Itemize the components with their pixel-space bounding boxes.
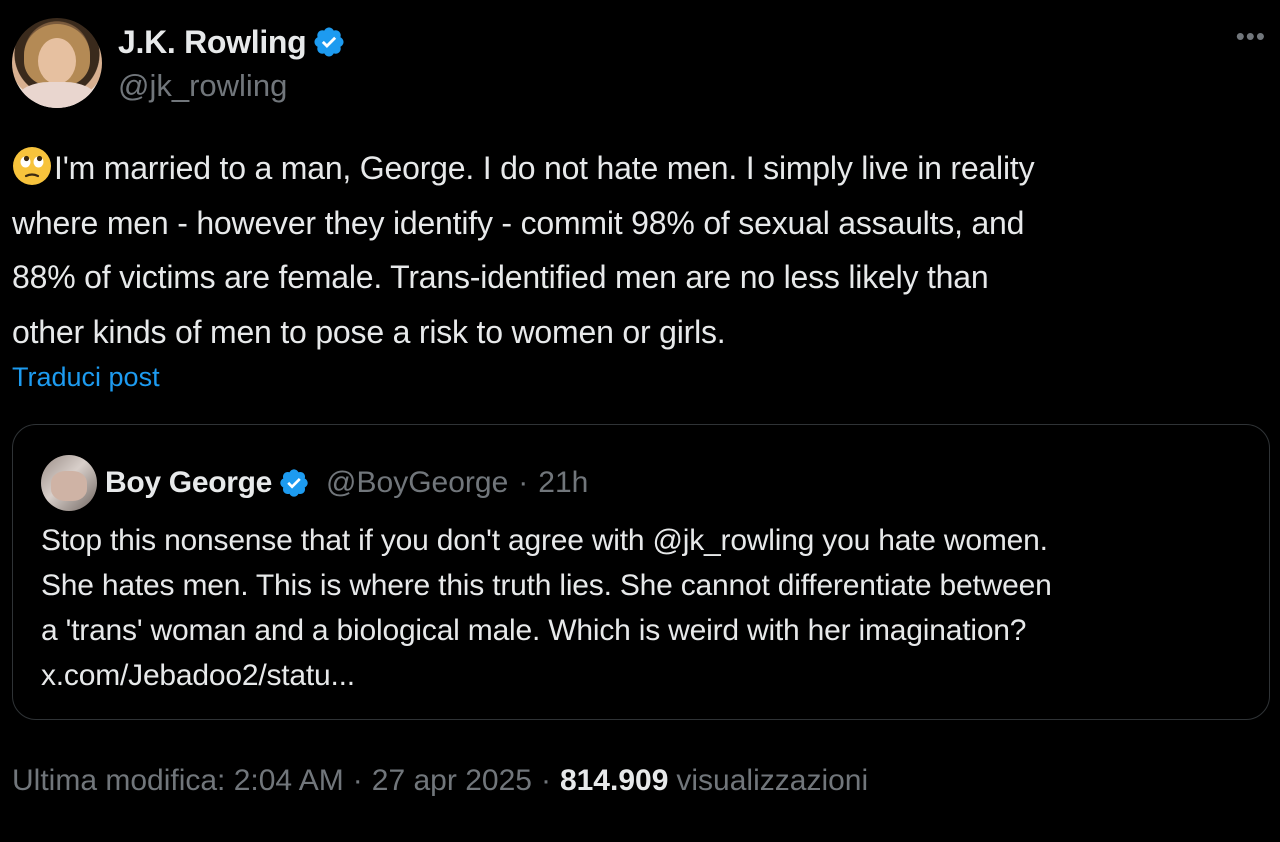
- quoted-tweet-time[interactable]: 21h: [538, 466, 588, 500]
- quoted-text-line: Stop this nonsense that if you don't agr…: [41, 524, 1048, 557]
- tweet-text-line: other kinds of men to pose a risk to wom…: [12, 313, 726, 350]
- tweet-text-line: where men - however they identify - comm…: [12, 204, 1025, 241]
- quoted-tweet-header: Boy George @BoyGeorge · 21h: [105, 463, 588, 503]
- translate-post-link[interactable]: Traduci post: [12, 362, 160, 393]
- tweet-metadata: Ultima modifica: 2:04 AM · 27 apr 2025 ·…: [12, 764, 868, 798]
- tweet-text-line: I'm married to a man, George. I do not h…: [54, 150, 1035, 186]
- more-horizontal-icon[interactable]: •••: [1236, 23, 1266, 49]
- quoted-tweet[interactable]: Boy George @BoyGeorge · 21h Stop this no…: [12, 424, 1270, 720]
- quoted-text-line: She hates men. This is where this truth …: [41, 569, 1052, 602]
- quoted-author-avatar[interactable]: [41, 455, 97, 511]
- separator-dot: ·: [540, 764, 551, 797]
- quoted-author-display-name[interactable]: Boy George: [105, 466, 272, 500]
- author-avatar[interactable]: [12, 18, 102, 108]
- quoted-tweet-link[interactable]: x.com/Jebadoo2/statu...: [41, 653, 1251, 698]
- separator-dot: ·: [352, 764, 363, 797]
- tweet: J.K. Rowling @jk_rowling ••• I'm married…: [0, 0, 1280, 842]
- author-display-name[interactable]: J.K. Rowling: [118, 24, 307, 61]
- quoted-tweet-text: Stop this nonsense that if you don't agr…: [41, 518, 1251, 698]
- views-count[interactable]: 814.909: [560, 764, 668, 798]
- quoted-author-handle[interactable]: @BoyGeorge: [326, 466, 508, 500]
- rolling-eyes-emoji-icon: [13, 147, 51, 185]
- edited-timestamp[interactable]: Ultima modifica: 2:04 AM: [12, 764, 344, 798]
- verified-badge-icon: [314, 27, 344, 57]
- author-name-row[interactable]: J.K. Rowling: [118, 22, 346, 62]
- tweet-text-line: 88% of victims are female. Trans-identif…: [12, 259, 989, 295]
- separator-dot: ·: [518, 466, 529, 499]
- tweet-date[interactable]: 27 apr 2025: [372, 764, 532, 798]
- quoted-text-line: a 'trans' woman and a biological male. W…: [41, 614, 1027, 647]
- tweet-text: I'm married to a man, George. I do not h…: [12, 141, 1276, 359]
- views-label: visualizzazioni: [676, 764, 869, 797]
- author-handle[interactable]: @jk_rowling: [118, 68, 287, 104]
- verified-badge-icon: [280, 469, 308, 497]
